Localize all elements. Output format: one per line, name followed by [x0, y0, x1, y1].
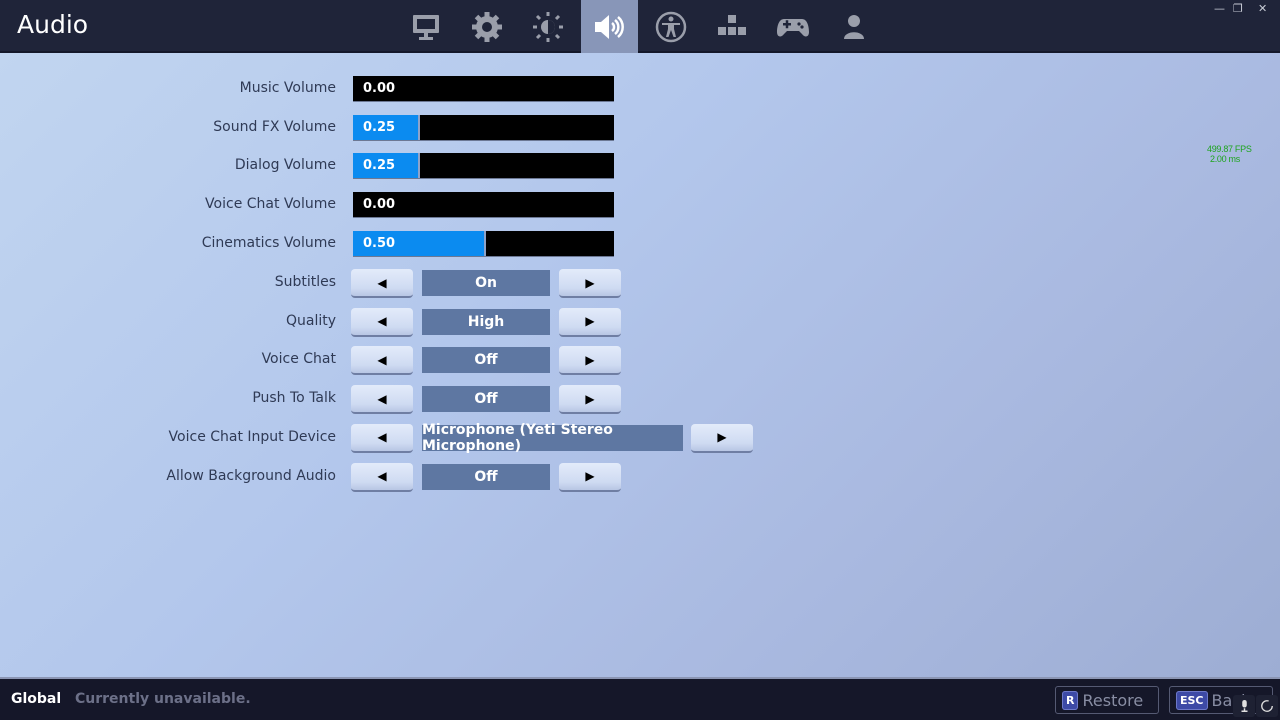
selector-label: Subtitles — [274, 274, 336, 290]
tab-audio[interactable] — [581, 0, 638, 53]
account-icon — [843, 14, 864, 39]
selector-label: Voice Chat — [261, 351, 336, 368]
slider-row: Music Volume 0.00 — [0, 76, 800, 104]
accessibility-icon — [655, 11, 686, 42]
fps-value: 499.87 FPS — [1207, 144, 1252, 154]
slider-row: Cinematics Volume 0.50 — [0, 230, 800, 259]
next-option-button[interactable]: ▶ — [691, 423, 753, 453]
slider-row: Dialog Volume 0.25 — [0, 153, 800, 181]
next-option-button[interactable]: ▶ — [559, 269, 621, 298]
selector-value: Off — [422, 463, 550, 490]
left-arrow-icon: ◀ — [377, 275, 387, 290]
slider-row: Sound FX Volume 0.25 — [0, 114, 800, 143]
right-arrow-icon: ▶ — [585, 352, 595, 367]
previous-option-button[interactable]: ◀ — [351, 346, 413, 376]
selector-value: Off — [422, 386, 550, 413]
slider-value: 0.00 — [363, 197, 396, 213]
tab-controller[interactable] — [764, 0, 821, 53]
next-option-button[interactable]: ▶ — [559, 385, 621, 415]
left-arrow-icon: ◀ — [377, 314, 387, 329]
slider-label: Voice Chat Volume — [205, 196, 336, 213]
restore-window-button[interactable]: ❐ — [1233, 2, 1243, 15]
restore-key: R — [1062, 690, 1079, 710]
selector-value: On — [422, 270, 550, 296]
restore-label: Restore — [1082, 690, 1144, 710]
selector-label: Quality — [285, 312, 336, 329]
tab-display[interactable] — [397, 0, 454, 53]
selector-label: Push To Talk — [252, 390, 336, 407]
volume-slider[interactable]: 0.00 — [353, 192, 614, 219]
left-arrow-icon: ◀ — [377, 430, 387, 445]
slider-handle[interactable] — [418, 114, 420, 140]
fps-overlay: 499.87 FPS 2.00 ms — [1207, 144, 1252, 164]
slider-row: Voice Chat Volume 0.00 — [0, 192, 800, 220]
volume-slider[interactable]: 0.25 — [353, 153, 614, 180]
next-option-button[interactable]: ▶ — [559, 346, 621, 376]
selector-row: Subtitles ◀ On ▶ — [0, 269, 800, 298]
previous-option-button[interactable]: ◀ — [351, 385, 413, 415]
slider-handle[interactable] — [418, 153, 420, 179]
selector-row: Quality ◀ High ▶ — [0, 307, 800, 337]
volume-slider[interactable]: 0.00 — [353, 76, 614, 102]
brightness-icon — [532, 11, 563, 42]
refresh-icon[interactable] — [1256, 695, 1278, 717]
right-arrow-icon: ▶ — [585, 469, 595, 483]
slider-value: 0.25 — [363, 158, 396, 174]
previous-option-button[interactable]: ◀ — [351, 423, 413, 453]
selector-label: Allow Background Audio — [166, 467, 336, 484]
slider-value: 0.00 — [363, 81, 396, 96]
monitor-icon — [412, 14, 439, 40]
microphone-icon[interactable] — [1233, 695, 1255, 717]
right-arrow-icon: ▶ — [585, 275, 595, 290]
next-option-button[interactable]: ▶ — [559, 462, 621, 492]
slider-label: Music Volume — [239, 80, 336, 96]
slider-value: 0.25 — [363, 119, 396, 135]
slider-handle[interactable] — [484, 230, 486, 256]
gear-icon — [471, 11, 502, 42]
selector-value: Microphone (Yeti Stereo Microphone) — [422, 422, 683, 454]
gamepad-icon — [776, 18, 809, 36]
selector-label: Voice Chat Input Device — [168, 428, 336, 445]
left-arrow-icon: ◀ — [377, 469, 387, 483]
close-button[interactable]: ✕ — [1258, 2, 1267, 15]
selector-row: Voice Chat Input Device ◀ Microphone (Yeti… — [0, 422, 800, 454]
left-arrow-icon: ◀ — [377, 352, 387, 367]
slider-label: Cinematics Volume — [201, 234, 336, 251]
volume-slider[interactable]: 0.50 — [353, 230, 614, 257]
previous-option-button[interactable]: ◀ — [351, 462, 413, 492]
slider-label: Sound FX Volume — [213, 118, 336, 135]
top-bar: Audio — ❐ ✕ — [0, 0, 1280, 53]
tab-accessibility[interactable] — [642, 0, 699, 53]
right-arrow-icon: ▶ — [585, 391, 595, 406]
volume-slider[interactable]: 0.25 — [353, 114, 614, 141]
slider-value: 0.50 — [363, 235, 396, 251]
selector-value: Off — [422, 347, 550, 374]
restore-button[interactable]: R Restore — [1055, 686, 1159, 714]
minimize-button[interactable]: — — [1214, 2, 1225, 15]
scope-label: Global — [11, 691, 62, 707]
left-arrow-icon: ◀ — [377, 391, 387, 406]
selector-row: Allow Background Audio ◀ Off ▶ — [0, 462, 800, 492]
right-arrow-icon: ▶ — [717, 430, 727, 445]
back-key: ESC — [1176, 690, 1208, 710]
selector-row: Voice Chat ◀ Off ▶ — [0, 346, 800, 376]
page-title: Audio — [17, 10, 89, 39]
previous-option-button[interactable]: ◀ — [351, 307, 413, 337]
speaker-icon — [594, 14, 624, 39]
status-text: Currently unavailable. — [75, 691, 251, 707]
keyboard-arrows-icon — [717, 14, 746, 35]
tab-input[interactable] — [703, 0, 760, 53]
right-arrow-icon: ▶ — [585, 314, 595, 329]
selector-row: Push To Talk ◀ Off ▶ — [0, 385, 800, 415]
frame-time: 2.00 ms — [1210, 154, 1240, 164]
next-option-button[interactable]: ▶ — [559, 307, 621, 337]
previous-option-button[interactable]: ◀ — [351, 269, 413, 298]
slider-label: Dialog Volume — [234, 157, 336, 174]
tab-game[interactable] — [458, 0, 515, 53]
tab-brightness[interactable] — [519, 0, 576, 53]
selector-value: High — [422, 308, 550, 335]
bottom-bar: Global Currently unavailable. R Restore … — [0, 677, 1280, 720]
tab-account[interactable] — [825, 0, 882, 53]
